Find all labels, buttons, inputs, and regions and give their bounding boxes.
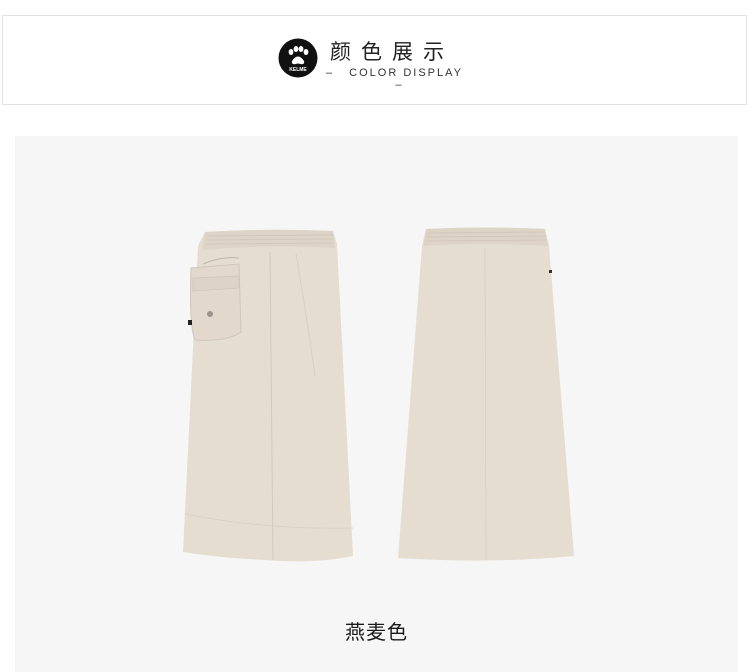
kelme-logo-icon: KELME	[278, 38, 318, 78]
dash-right: –	[395, 79, 404, 91]
section-title-cn: 颜色展示	[330, 40, 454, 64]
back-skirt-image	[398, 227, 574, 561]
section-title-en: – COLOR DISPLAY –	[322, 67, 477, 91]
product-color-panel: 燕麦色	[15, 136, 738, 672]
color-name-label: 燕麦色	[345, 620, 408, 644]
product-image	[183, 227, 574, 562]
front-skirt-image	[183, 229, 354, 562]
logo-text: KELME	[289, 67, 307, 73]
dash-left: –	[325, 67, 335, 79]
title-en-text: COLOR DISPLAY	[349, 67, 463, 79]
